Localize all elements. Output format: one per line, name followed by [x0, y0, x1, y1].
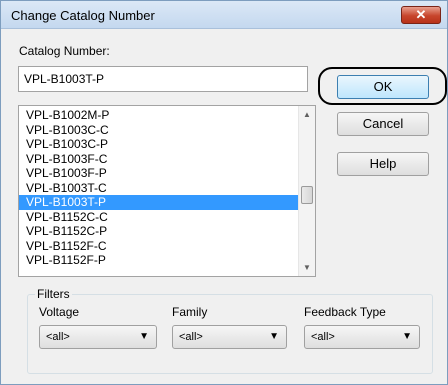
chevron-down-icon: ▼	[139, 331, 149, 342]
close-button[interactable]: ✕	[401, 6, 441, 24]
voltage-label: Voltage	[39, 305, 80, 319]
family-select[interactable]: <all> ▼	[172, 325, 287, 349]
change-catalog-dialog: Change Catalog Number ✕ Catalog Number: …	[0, 0, 448, 385]
filters-legend: Filters	[35, 287, 72, 301]
list-scrollbar[interactable]: ▲ ▼	[298, 106, 315, 276]
window-title: Change Catalog Number	[11, 8, 155, 23]
list-item[interactable]: VPL-B1152F-P	[19, 253, 299, 268]
list-item[interactable]: VPL-B1003T-C	[19, 181, 299, 196]
catalog-listbox[interactable]: VPL-B1002M-P VPL-B1003C-C VPL-B1003C-P VPL-…	[18, 105, 316, 277]
close-icon: ✕	[415, 7, 427, 22]
scroll-up-icon[interactable]: ▲	[299, 106, 315, 123]
catalog-number-label: Catalog Number:	[19, 44, 110, 58]
family-label: Family	[172, 305, 208, 319]
cancel-button[interactable]: Cancel	[337, 112, 429, 136]
help-button[interactable]: Help	[337, 152, 429, 176]
list-item[interactable]: VPL-B1002M-P	[19, 108, 299, 123]
list-item[interactable]: VPL-B1003C-P	[19, 137, 299, 152]
list-item[interactable]: VPL-B1003F-C	[19, 152, 299, 167]
list-item[interactable]: VPL-B1152F-C	[19, 239, 299, 254]
title-bar: Change Catalog Number ✕	[1, 1, 447, 29]
ok-button[interactable]: OK	[337, 75, 429, 99]
feedback-type-select[interactable]: <all> ▼	[304, 325, 420, 349]
filters-group: Filters Voltage <all> ▼ Family <all> ▼ F…	[27, 287, 433, 374]
voltage-select[interactable]: <all> ▼	[39, 325, 157, 349]
chevron-down-icon: ▼	[402, 331, 412, 342]
list-item[interactable]: VPL-B1152C-C	[19, 210, 299, 225]
list-item[interactable]: VPL-B1152C-P	[19, 224, 299, 239]
list-item[interactable]: VPL-B1003C-C	[19, 123, 299, 138]
voltage-select-value: <all>	[46, 331, 70, 343]
scroll-thumb[interactable]	[301, 186, 313, 204]
scroll-down-icon[interactable]: ▼	[299, 259, 315, 276]
family-select-value: <all>	[179, 331, 203, 343]
feedback-type-select-value: <all>	[311, 331, 335, 343]
list-item[interactable]: VPL-B1003F-P	[19, 166, 299, 181]
catalog-number-input[interactable]	[18, 66, 308, 92]
catalog-list: VPL-B1002M-P VPL-B1003C-C VPL-B1003C-P VPL-…	[19, 108, 299, 268]
feedback-type-label: Feedback Type	[304, 305, 386, 319]
chevron-down-icon: ▼	[269, 331, 279, 342]
list-item[interactable]: VPL-B1003T-P	[19, 195, 299, 210]
